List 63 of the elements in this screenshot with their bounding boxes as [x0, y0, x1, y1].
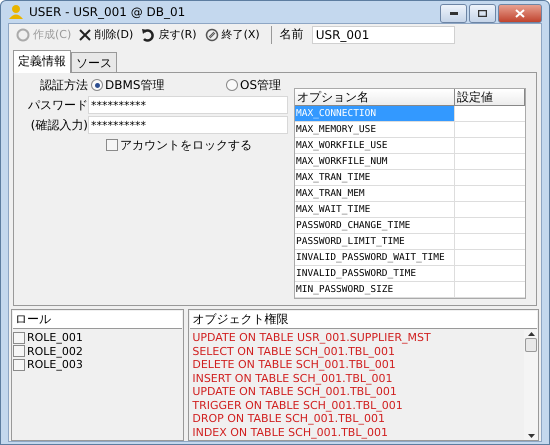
- maximize-icon: [478, 10, 487, 17]
- role-label: ROLE_001: [27, 331, 83, 344]
- minimize-button[interactable]: [440, 4, 467, 23]
- table-cell[interactable]: INVALID_PASSWORD_TIME: [295, 266, 455, 282]
- table-cell[interactable]: MAX_TRAN_TIME: [295, 170, 455, 186]
- table-cell[interactable]: INVALID_PASSWORD_WAIT_TIME: [295, 250, 455, 266]
- privilege-item[interactable]: DELETE ON TABLE SCH_001.TBL_001: [190, 358, 523, 372]
- privilege-item[interactable]: DROP ON TABLE SCH_001.TBL_001: [190, 412, 523, 426]
- toolbar-button[interactable]: 終了(X): [202, 24, 263, 44]
- minimize-icon: [450, 12, 458, 15]
- radio-label: DBMS管理: [105, 76, 166, 94]
- role-label: ROLE_003: [27, 358, 83, 372]
- checkbox[interactable]: [106, 139, 118, 151]
- scroll-up-icon[interactable]: [528, 332, 534, 336]
- role-label: ROLE_002: [27, 344, 83, 358]
- maximize-button[interactable]: [469, 4, 496, 23]
- table-cell[interactable]: MAX_TRAN_MEM: [295, 186, 455, 202]
- table-cell[interactable]: MAX_MEMORY_USE: [295, 122, 455, 138]
- toolbar-button[interactable]: 戻す(R): [138, 24, 200, 44]
- privilege-item[interactable]: TRIGGER ON TABLE SCH_001.TBL_001: [190, 398, 523, 412]
- user-icon: [8, 4, 24, 20]
- tab[interactable]: 定義情報: [13, 50, 71, 73]
- password-field[interactable]: **********: [88, 96, 288, 114]
- privilege-item[interactable]: UPDATE ON TABLE SCH_001.TBL_001: [190, 385, 523, 398]
- privilege-item[interactable]: INDEX ON TABLE SCH_001.TBL_001: [190, 426, 523, 439]
- tab[interactable]: ソース: [71, 52, 117, 73]
- privilege-item[interactable]: INSERT ON TABLE SCH_001.TBL_001: [190, 372, 523, 385]
- name-field[interactable]: USR_001: [312, 26, 455, 44]
- checkbox[interactable]: [13, 332, 25, 344]
- column-header: ロール: [13, 311, 182, 329]
- column-header[interactable]: 設定値: [455, 89, 525, 106]
- close-icon: [79, 28, 92, 40]
- radio-button[interactable]: [226, 79, 238, 91]
- column-header: オブジェクト権限: [190, 311, 537, 329]
- table-cell[interactable]: PASSWORD_LIMIT_TIME: [295, 234, 455, 250]
- table-cell[interactable]: MAX_WORKFILE_USE: [295, 138, 455, 154]
- radio-button[interactable]: [91, 79, 103, 91]
- privilege-item[interactable]: SELECT ON TABLE SCH_001.TBL_001: [190, 344, 523, 358]
- circle-icon: [16, 28, 30, 42]
- checkbox[interactable]: [13, 345, 25, 358]
- name-label: 名前: [280, 26, 304, 43]
- table-cell[interactable]: MAX_WAIT_TIME: [295, 202, 455, 218]
- scroll-thumb[interactable]: [525, 338, 537, 352]
- radio-label: OS管理: [240, 76, 282, 94]
- stop-icon: [204, 28, 219, 42]
- toolbar-button[interactable]: 削除(D): [76, 24, 136, 44]
- close-button[interactable]: [498, 4, 542, 23]
- column-header[interactable]: オプション名: [295, 89, 455, 106]
- checkbox[interactable]: [13, 358, 25, 371]
- checkbox-label: アカウントをロックする: [120, 136, 252, 154]
- field-label: パスワード: [27, 96, 88, 114]
- scrollbar[interactable]: [524, 330, 538, 440]
- field-label: (確認入力): [30, 116, 88, 134]
- table-cell[interactable]: MIN_PASSWORD_SIZE: [295, 282, 455, 298]
- undo-icon: [141, 28, 156, 42]
- window-title: USER - USR_001 @ DB_01: [29, 5, 186, 19]
- table-cell[interactable]: MAX_WORKFILE_NUM: [295, 154, 455, 170]
- auth-label: 認証方法: [39, 76, 88, 94]
- table-cell[interactable]: PASSWORD_CHANGE_TIME: [295, 218, 455, 234]
- scroll-down-icon[interactable]: [528, 434, 534, 438]
- close-icon: [515, 9, 525, 18]
- privilege-item[interactable]: UPDATE ON TABLE USR_001.SUPPLIER_MST: [190, 331, 523, 344]
- password-field[interactable]: **********: [88, 116, 288, 134]
